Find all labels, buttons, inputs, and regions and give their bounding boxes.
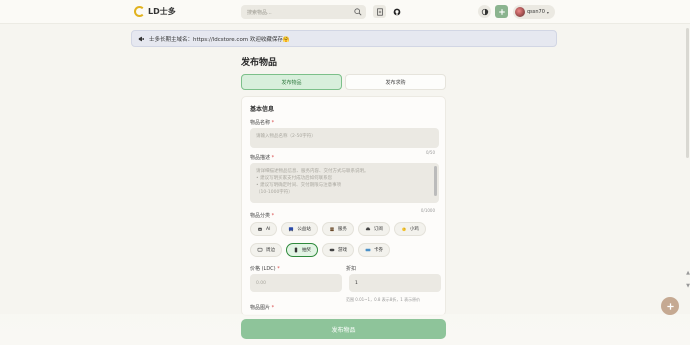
images-label-text: 物品图片: [250, 305, 271, 311]
required-mark: *: [277, 266, 280, 272]
category-label: 公益站: [297, 227, 311, 232]
user-menu[interactable]: qssn70 ▾: [513, 5, 555, 19]
basic-info-card: 基本信息 物品名称 * 请输入物品名称（2-50字符） 0/50 物品描述 * …: [241, 96, 446, 316]
github-icon: [393, 8, 400, 15]
logo-icon: [134, 6, 145, 17]
scroll-up-arrow[interactable]: ▲: [686, 270, 690, 276]
search-input[interactable]: 搜索物品...: [241, 5, 366, 19]
add-button[interactable]: [495, 5, 508, 18]
submit-button[interactable]: 发布物品: [241, 319, 446, 339]
category-label: 游戏: [338, 248, 347, 253]
tab-publish-item[interactable]: 发布物品: [241, 74, 342, 90]
avatar: [515, 7, 525, 17]
robot-icon: [258, 227, 262, 231]
top-bar: LD士多 搜索物品... qssn70 ▾: [0, 0, 690, 24]
category-game[interactable]: 游戏: [322, 243, 354, 257]
name-counter: 0/50: [426, 150, 435, 155]
announcement-banner: 士多长期主域名：https://ldcstore.com 欢迎收藏保存🤗: [131, 30, 557, 47]
section-title: 基本信息: [250, 106, 275, 113]
megaphone-icon: [138, 36, 144, 41]
category-voucher[interactable]: 卡券: [358, 243, 390, 257]
category-lottery[interactable]: 抽奖: [286, 243, 318, 257]
search-icon[interactable]: [354, 8, 362, 16]
tab-publish-request[interactable]: 发布求购: [345, 74, 446, 90]
desc-placeholder-line: • 建议写明确定时间、交付期限与注意事项: [256, 183, 342, 188]
github-button[interactable]: [390, 5, 403, 18]
page-title: 发布物品: [241, 58, 278, 68]
category-label: 服务: [337, 227, 347, 232]
required-mark: *: [271, 213, 275, 219]
name-label-text: 物品名称: [250, 120, 271, 126]
name-label: 物品名称 *: [250, 119, 274, 126]
category-label: 抽奖: [302, 248, 311, 253]
page-scrollbar[interactable]: [686, 28, 689, 158]
car-icon: [365, 227, 371, 231]
desc-counter: 0/1000: [420, 208, 435, 213]
category-label: 物品分类 *: [250, 212, 274, 219]
category-ai[interactable]: AI: [250, 222, 278, 236]
discount-input[interactable]: 1: [349, 274, 441, 292]
desc-placeholder-line: 请详细描述物品信息、服务内容、交付方式与联系说明。: [256, 169, 369, 174]
category-label: 订阅: [373, 227, 383, 232]
desc-label: 物品描述 *: [250, 154, 274, 161]
discount-hint: 范围 0.01~1，0.8 表示8折，1 表示原价: [346, 297, 421, 302]
brand-logo[interactable]: LD士多: [134, 6, 176, 17]
category-label-text: 物品分类: [250, 213, 271, 219]
ticket-icon: [365, 248, 371, 252]
scroll-down-arrow[interactable]: ▼: [686, 283, 690, 289]
category-row-2: 周边 抽奖 游戏 卡券: [250, 243, 390, 257]
category-label: 周边: [266, 248, 275, 253]
brand-name: LD士多: [148, 7, 176, 16]
images-label: 物品图片 *: [250, 304, 274, 311]
price-placeholder: 0.00: [256, 280, 267, 286]
publish-tabs: 发布物品 发布求购: [241, 74, 446, 90]
category-label: 小鸡: [409, 227, 419, 232]
item-name-input[interactable]: 请输入物品名称（2-50字符）: [250, 128, 439, 148]
price-input[interactable]: 0.00: [250, 274, 342, 292]
name-placeholder: 请输入物品名称（2-50字符）: [256, 134, 316, 139]
gamepad-icon: [329, 248, 335, 252]
category-public-site[interactable]: 公益站: [281, 222, 318, 236]
announcement-text: 士多长期主域名：https://ldcstore.com 欢迎收藏保存🤗: [149, 36, 290, 43]
chick-icon: [402, 227, 406, 232]
category-label: 卡券: [374, 248, 383, 253]
document-icon: [376, 7, 383, 16]
price-row: 0.00 1: [250, 274, 441, 292]
phone-icon: [294, 247, 298, 253]
discount-value: 1: [355, 280, 358, 286]
price-label: 价格 (LDC) *: [250, 265, 280, 272]
plus-icon: [498, 8, 505, 15]
category-label: AI: [266, 226, 271, 232]
category-chick[interactable]: 小鸡: [393, 222, 426, 236]
contrast-icon: [481, 8, 488, 15]
required-mark: *: [271, 305, 275, 311]
required-mark: *: [271, 120, 275, 126]
chat-icon: [257, 247, 263, 252]
username: qssn70: [527, 9, 545, 15]
category-row-1: AI 公益站 服务 订阅 小鸡: [250, 222, 426, 236]
price-label-text: 价格 (LDC): [250, 266, 276, 272]
category-service[interactable]: 服务: [321, 222, 354, 236]
desc-placeholder-line: （10-1000字符）: [256, 190, 293, 195]
floating-add-button[interactable]: [661, 297, 679, 315]
bus-icon: [289, 227, 294, 232]
search-placeholder: 搜索物品...: [247, 9, 272, 16]
discount-label: 折扣: [346, 266, 357, 272]
plus-icon: [666, 302, 674, 310]
category-subscription[interactable]: 订阅: [357, 222, 390, 236]
desc-placeholder-line: • 建议写明买家支付成功后如何联系您: [256, 176, 333, 181]
chevron-down-icon: ▾: [546, 9, 549, 15]
required-mark: *: [271, 155, 275, 161]
desc-label-text: 物品描述: [250, 155, 271, 161]
textarea-scrollbar[interactable]: [434, 166, 437, 196]
doc-button[interactable]: [373, 5, 386, 18]
category-merch[interactable]: 周边: [250, 243, 282, 257]
theme-toggle-button[interactable]: [478, 5, 491, 18]
item-description-textarea[interactable]: 请详细描述物品信息、服务内容、交付方式与联系说明。 • 建议写明买家支付成功后如…: [250, 163, 439, 203]
people-icon: [330, 227, 334, 232]
